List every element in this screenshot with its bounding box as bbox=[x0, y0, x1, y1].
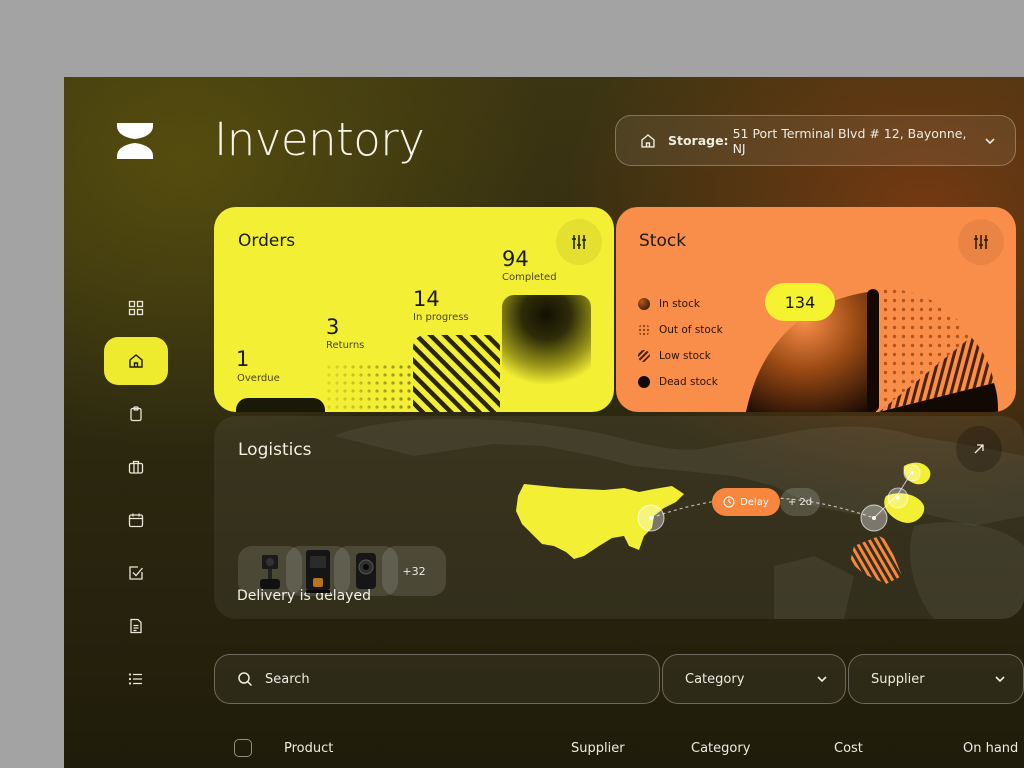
in-stock-count-badge: 134 bbox=[765, 283, 835, 321]
storage-label: Storage: bbox=[667, 133, 729, 148]
storage-value: 51 Port Terminal Blvd # 12, Bayonne, NJ bbox=[732, 125, 967, 156]
orders-filter-button[interactable] bbox=[556, 219, 602, 265]
dead-stock-swatch bbox=[638, 376, 650, 388]
overdue-bar bbox=[236, 398, 325, 412]
returns-bar bbox=[325, 363, 412, 412]
briefcase-icon bbox=[128, 460, 144, 474]
out-of-stock-swatch bbox=[638, 324, 650, 336]
stock-card: Stock In stock Out of stock Low stock De… bbox=[616, 207, 1016, 412]
column-header-category[interactable]: Category bbox=[691, 741, 750, 756]
clipboard-icon bbox=[130, 406, 142, 422]
column-header-product[interactable]: Product bbox=[284, 741, 333, 756]
legend-label: Dead stock bbox=[659, 376, 718, 388]
legend-label: In stock bbox=[659, 298, 700, 310]
column-header-supplier[interactable]: Supplier bbox=[571, 741, 625, 756]
sidebar-item-tasks[interactable] bbox=[104, 549, 168, 597]
arrow-up-right-icon bbox=[974, 444, 984, 454]
select-all-checkbox[interactable] bbox=[234, 739, 252, 757]
returns-value: 3 bbox=[326, 315, 340, 339]
sidebar-item-dashboard[interactable] bbox=[104, 284, 168, 332]
category-label: Category bbox=[685, 671, 745, 687]
sidebar-item-home[interactable] bbox=[104, 337, 168, 385]
column-header-on-hand[interactable]: On hand bbox=[963, 741, 1018, 756]
in-progress-label: In progress bbox=[413, 312, 469, 323]
orders-card: Orders 1 Overdue 3 Returns 14 In progres… bbox=[214, 207, 614, 412]
in-progress-value: 14 bbox=[413, 287, 440, 311]
list-icon bbox=[128, 673, 142, 685]
in-stock-edge bbox=[867, 289, 879, 412]
algeria-shape bbox=[850, 536, 902, 584]
search-icon bbox=[238, 672, 253, 687]
orders-title: Orders bbox=[238, 231, 296, 251]
hourglass-logo bbox=[117, 123, 153, 159]
stock-title: Stock bbox=[639, 231, 687, 251]
check-square-icon bbox=[129, 566, 143, 580]
overdue-value: 1 bbox=[236, 347, 250, 371]
sliders-icon bbox=[974, 235, 988, 249]
more-products-button[interactable]: +32 bbox=[382, 546, 446, 596]
overdue-label: Overdue bbox=[237, 373, 280, 384]
returns-label: Returns bbox=[326, 340, 365, 351]
sliders-icon bbox=[572, 235, 586, 249]
legend-label: Low stock bbox=[659, 350, 711, 362]
chevron-down-icon bbox=[995, 676, 1005, 683]
sidebar-item-calendar[interactable] bbox=[104, 496, 168, 544]
completed-value: 94 bbox=[502, 247, 529, 271]
legend-low-stock: Low stock bbox=[638, 350, 711, 362]
legend-dead-stock: Dead stock bbox=[638, 376, 718, 388]
document-icon bbox=[130, 618, 142, 634]
delay-badge: Delay bbox=[712, 488, 780, 516]
clock-icon bbox=[723, 496, 735, 508]
in-progress-bar bbox=[413, 335, 500, 412]
logistics-title: Logistics bbox=[238, 440, 312, 460]
camera-gimbal-image bbox=[260, 555, 280, 589]
legend-in-stock: In stock bbox=[638, 298, 700, 310]
search-input[interactable]: Search bbox=[214, 654, 660, 704]
completed-label: Completed bbox=[502, 272, 557, 283]
legend-label: Out of stock bbox=[659, 324, 723, 336]
delay-label: Delay bbox=[740, 496, 769, 508]
sidebar-item-documents[interactable] bbox=[104, 602, 168, 650]
column-header-cost[interactable]: Cost bbox=[834, 741, 863, 756]
sidebar-item-list[interactable] bbox=[104, 655, 168, 703]
calendar-icon bbox=[128, 513, 144, 528]
coffee-machine-image bbox=[306, 550, 330, 593]
inventory-app: Inventory Storage: 51 Port Terminal Blvd… bbox=[64, 77, 1024, 768]
action-camera-image bbox=[356, 553, 376, 589]
logistics-open-button[interactable] bbox=[956, 426, 1002, 472]
search-placeholder: Search bbox=[265, 671, 310, 687]
chevron-down-icon bbox=[985, 137, 995, 144]
supplier-label: Supplier bbox=[871, 671, 925, 687]
home-icon bbox=[641, 133, 655, 148]
storage-select[interactable]: Storage: 51 Port Terminal Blvd # 12, Bay… bbox=[615, 115, 1016, 166]
sidebar-item-suppliers[interactable] bbox=[104, 443, 168, 491]
stock-filter-button[interactable] bbox=[958, 219, 1004, 265]
grid-icon bbox=[128, 300, 144, 316]
completed-bar bbox=[502, 295, 591, 412]
home-icon bbox=[129, 354, 143, 368]
page-title: Inventory bbox=[214, 113, 425, 166]
sidebar-item-orders[interactable] bbox=[104, 390, 168, 438]
low-stock-swatch bbox=[638, 350, 650, 362]
in-stock-swatch bbox=[638, 298, 650, 310]
chevron-down-icon bbox=[817, 676, 827, 683]
legend-out-of-stock: Out of stock bbox=[638, 324, 723, 336]
delay-days-badge: + 2d bbox=[780, 488, 820, 516]
category-select[interactable]: Category bbox=[662, 654, 846, 704]
supplier-select[interactable]: Supplier bbox=[848, 654, 1024, 704]
